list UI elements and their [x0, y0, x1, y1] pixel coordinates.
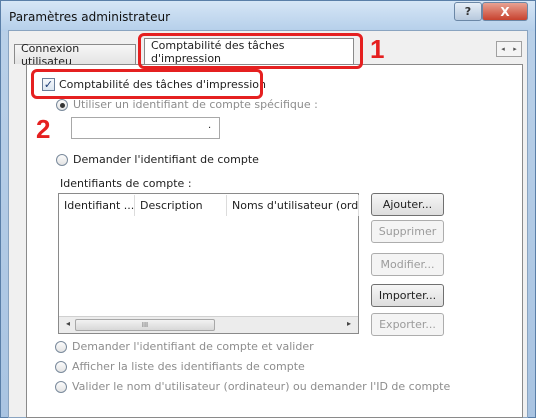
window-title: Paramètres administrateur — [9, 10, 171, 24]
delete-button[interactable]: Supprimer — [371, 220, 444, 243]
callout-number-2: 2 — [36, 114, 51, 144]
export-button[interactable]: Exporter... — [371, 313, 444, 336]
callout-number-1: 1 — [370, 34, 385, 64]
radio-ask-and-validate[interactable] — [55, 341, 67, 353]
column-header-identifier[interactable]: Identifiant ... — [59, 195, 135, 216]
account-ids-list[interactable]: Identifiant ... Description Noms d'utili… — [58, 193, 359, 334]
tab-scroll-left-icon[interactable]: ◂ — [497, 42, 509, 56]
modify-button[interactable]: Modifier... — [371, 253, 444, 276]
tab-highlight-frame — [138, 33, 363, 69]
radio-ask-account-id-label: Demander l'identifiant de compte — [73, 153, 259, 166]
close-button[interactable]: X — [482, 2, 528, 21]
tab-scroll-arrows: ◂ ▸ — [496, 41, 522, 57]
radio-specific-account-id-label: Utiliser un identifiant de compte spécif… — [73, 98, 318, 111]
add-button[interactable]: Ajouter... — [371, 193, 444, 216]
title-bar[interactable]: Paramètres administrateur ? X — [1, 1, 535, 31]
radio-ask-and-validate-label: Demander l'identifiant de compte et vali… — [72, 340, 314, 353]
tab-connexion-utilisateur[interactable]: Connexion utilisateu — [14, 42, 136, 68]
scrollbar-thumb[interactable]: III — [75, 319, 215, 331]
account-id-value: . — [208, 120, 212, 131]
scroll-left-icon[interactable]: ◂ — [61, 319, 75, 331]
account-id-input[interactable]: . — [71, 117, 220, 139]
import-button[interactable]: Importer... — [371, 284, 444, 307]
radio-specific-account-id[interactable] — [56, 99, 68, 111]
help-button[interactable]: ? — [454, 2, 482, 21]
tab-scroll-right-icon[interactable]: ▸ — [509, 42, 521, 56]
radio-validate-user-name[interactable] — [55, 381, 67, 393]
checkbox-highlight-frame — [31, 69, 263, 99]
account-ids-label: Identifiants de compte : — [60, 177, 192, 190]
radio-validate-user-name-label: Valider le nom d'utilisateur (ordinateur… — [72, 380, 451, 393]
column-header-description[interactable]: Description — [135, 195, 227, 216]
scroll-right-icon[interactable]: ▸ — [342, 319, 356, 331]
horizontal-scrollbar[interactable]: ◂ III ▸ — [59, 316, 358, 333]
column-header-user-names[interactable]: Noms d'utilisateur (ordi — [227, 195, 359, 216]
radio-show-id-list[interactable] — [55, 361, 67, 373]
radio-ask-account-id[interactable] — [56, 154, 68, 166]
radio-show-id-list-label: Afficher la liste des identifiants de co… — [72, 360, 305, 373]
